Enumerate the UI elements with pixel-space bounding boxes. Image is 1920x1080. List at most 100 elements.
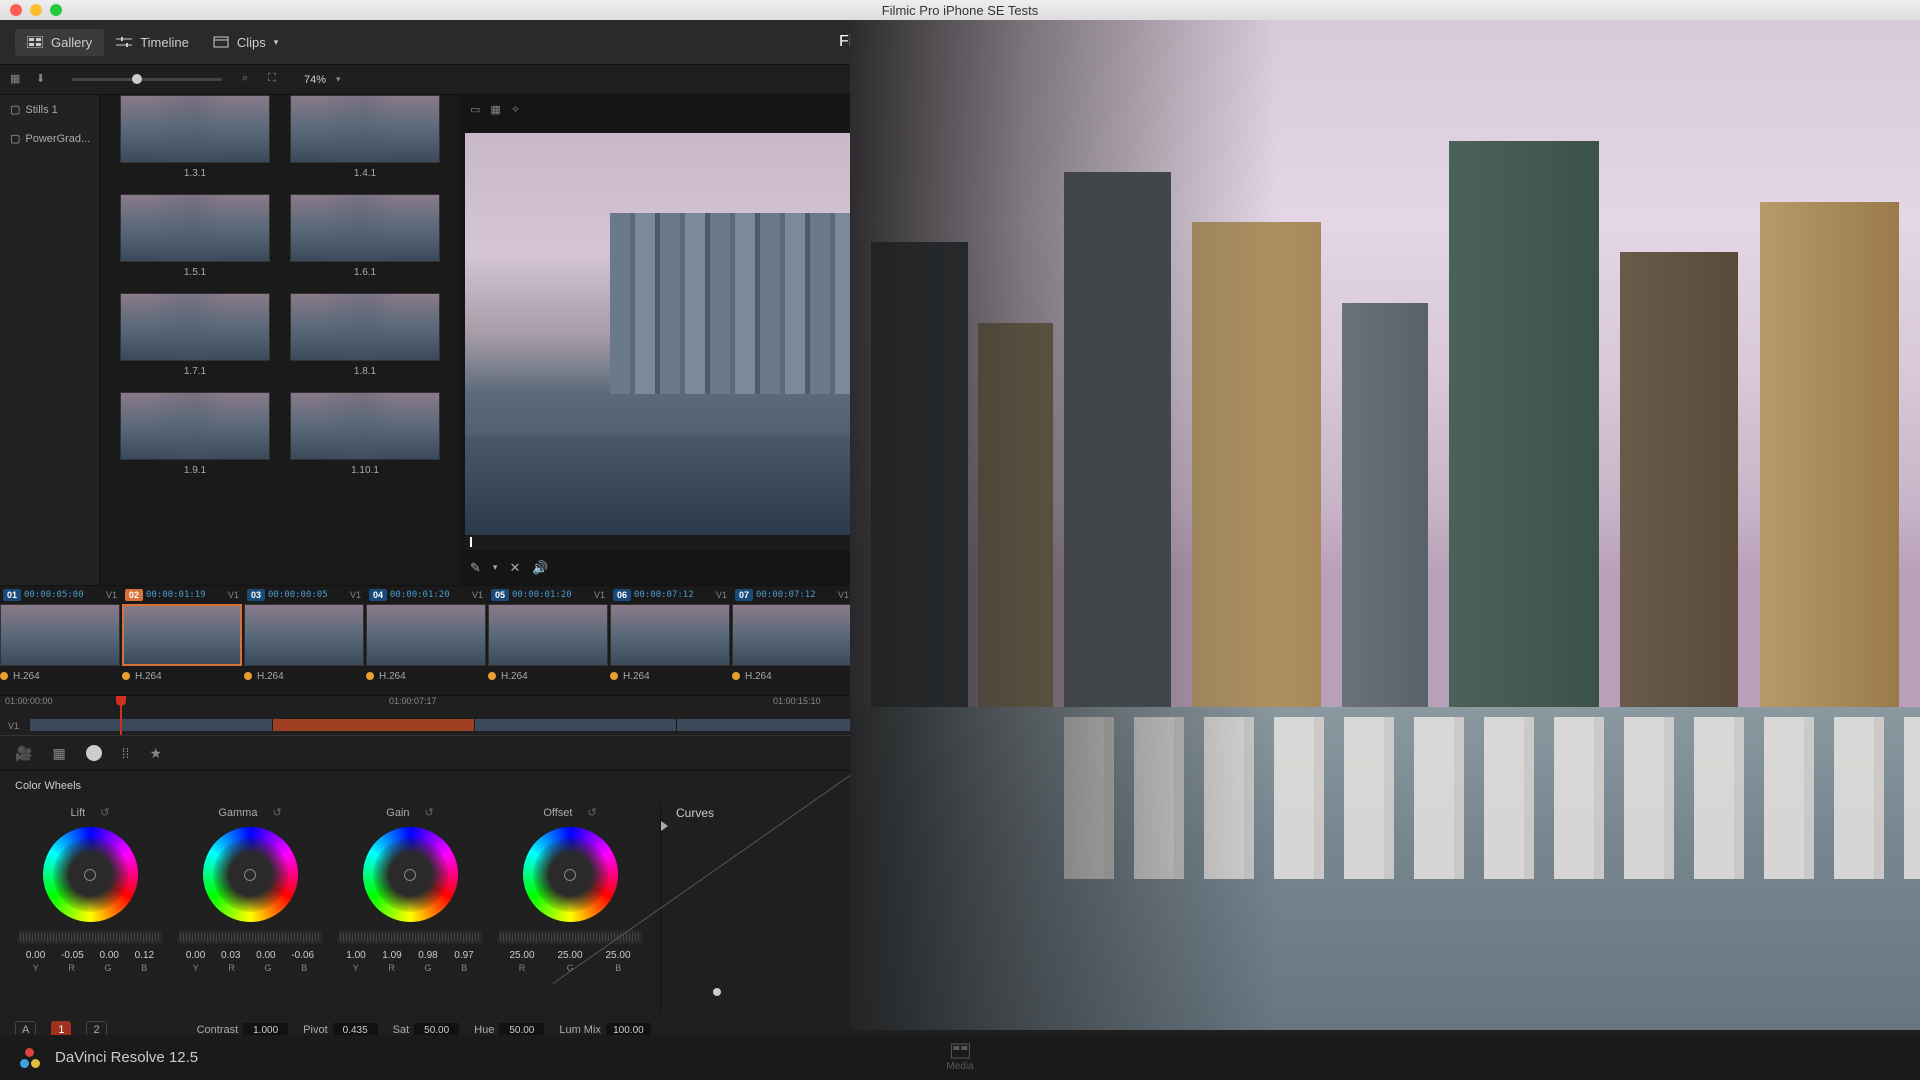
primaries-mode-dropdown[interactable]: Primaries Wheels ▾ ⛶: [1789, 780, 1905, 793]
playhead[interactable]: [120, 696, 122, 735]
clip-item[interactable]: 0400:00:01:20V1 H.264: [366, 586, 486, 695]
album-stills1[interactable]: ▢Stills 1: [0, 95, 99, 124]
wheel-value[interactable]: 25.00: [605, 950, 630, 961]
wheel-value[interactable]: 1.00: [346, 950, 365, 961]
wheel-value[interactable]: 0.12: [135, 950, 154, 961]
thumbnail-size-slider[interactable]: [72, 78, 222, 81]
layout-icon[interactable]: ▦: [10, 72, 26, 88]
step-fwd-button[interactable]: ▶▶: [1246, 560, 1266, 576]
download-icon[interactable]: ⬇: [36, 72, 52, 88]
clip-item[interactable]: 0600:00:07:12V1 H.264: [610, 586, 730, 695]
master-wheel-slider[interactable]: [178, 930, 322, 944]
wheel-value[interactable]: 1.09: [382, 950, 401, 961]
master-wheel-slider[interactable]: [498, 930, 642, 944]
viewer-frame[interactable]: [465, 133, 1915, 535]
clip-thumbnail[interactable]: [854, 604, 974, 666]
wheel-value[interactable]: 0.00: [99, 950, 118, 961]
master-wheel-slider[interactable]: [338, 930, 482, 944]
chevron-down-icon[interactable]: ▾: [1626, 74, 1631, 85]
reset-icon[interactable]: ↺: [272, 806, 281, 819]
color-wheel-control[interactable]: [203, 827, 298, 922]
still-thumbnail[interactable]: [120, 392, 270, 460]
still-thumbnail[interactable]: [120, 194, 270, 262]
curves-tab-icon[interactable]: 〰: [1819, 743, 1833, 763]
prev-clip-button[interactable]: ⏮: [1158, 560, 1170, 576]
clip-item[interactable]: 0200:00:01:19V1 H.264: [122, 586, 242, 695]
clip-thumbnail[interactable]: [976, 604, 1096, 666]
wheel-value[interactable]: -0.05: [61, 950, 84, 961]
color-wheel-control[interactable]: [363, 827, 458, 922]
gallery-tab[interactable]: Gallery: [15, 29, 104, 56]
favorite-tab-icon[interactable]: ★: [149, 745, 162, 762]
clip-thumbnail[interactable]: [732, 604, 852, 666]
reset-icon[interactable]: ↺: [100, 806, 109, 819]
clip-item[interactable]: 09: [976, 586, 1096, 695]
wheel-value[interactable]: 0.00: [26, 950, 45, 961]
wheel-value[interactable]: 25.00: [557, 950, 582, 961]
grid-icon[interactable]: ▦: [490, 103, 500, 116]
play-button[interactable]: ▶: [1224, 560, 1234, 576]
search-icon[interactable]: ⌕: [242, 72, 258, 88]
maximize-window-icon[interactable]: [50, 4, 62, 16]
minimize-window-icon[interactable]: [30, 4, 42, 16]
reset-icon[interactable]: ↺: [587, 806, 596, 819]
still-thumbnail[interactable]: [290, 95, 440, 163]
step-back-button[interactable]: ◀: [1182, 560, 1192, 576]
page-dots[interactable]: [921, 783, 949, 789]
still-thumbnail[interactable]: [120, 95, 270, 163]
wheel-value[interactable]: 0.03: [221, 950, 240, 961]
next-clip-button[interactable]: ⏭: [1278, 560, 1290, 576]
stop-button[interactable]: ■: [1204, 560, 1212, 575]
layout-toggle-icon[interactable]: ◫: [1868, 72, 1884, 88]
qualifier-tab-icon[interactable]: ✎: [1893, 745, 1905, 762]
wheel-value[interactable]: 0.00: [186, 950, 205, 961]
media-page-button[interactable]: Media: [946, 1043, 973, 1072]
still-thumbnail[interactable]: [290, 293, 440, 361]
cursor-icon[interactable]: ➤: [1894, 72, 1910, 88]
album-powergrade[interactable]: ▢PowerGrad...: [0, 124, 99, 153]
still-thumbnail[interactable]: [290, 392, 440, 460]
chevron-down-icon[interactable]: ▾: [336, 74, 341, 85]
color-wheel-control[interactable]: [43, 827, 138, 922]
rgb-mixer-tab-icon[interactable]: ⁞⁞: [122, 745, 130, 761]
zoom-level[interactable]: 74%: [304, 74, 326, 86]
color-wheels-tab-icon[interactable]: [86, 745, 102, 761]
timeline-lane[interactable]: [30, 719, 1890, 731]
clip-item[interactable]: 0500:00:01:20V1 H.264: [488, 586, 608, 695]
reset-icon[interactable]: ↺: [425, 806, 434, 819]
clip-item[interactable]: 08V1: [854, 586, 974, 695]
clip-name[interactable]: iPhone SE Test Best Shots: [1484, 74, 1615, 86]
master-wheel-slider[interactable]: [18, 930, 162, 944]
wheel-value[interactable]: 25.00: [509, 950, 534, 961]
clip-thumbnail[interactable]: [244, 604, 364, 666]
close-window-icon[interactable]: [10, 4, 22, 16]
eyedropper-icon[interactable]: ✎: [470, 560, 481, 576]
clip-item[interactable]: 0100:00:05:00V1 H.264: [0, 586, 120, 695]
clip-thumbnail[interactable]: [610, 604, 730, 666]
close-icon[interactable]: ✕: [509, 560, 520, 576]
wand-icon[interactable]: ✧: [511, 103, 520, 116]
mini-timeline[interactable]: 01:00:00:0001:00:07:1701:00:15:1001:00:2…: [0, 695, 1920, 735]
color-match-tab-icon[interactable]: ▦: [52, 745, 65, 762]
wheel-value[interactable]: -0.06: [291, 950, 314, 961]
wheel-value[interactable]: 0.97: [454, 950, 473, 961]
view-mode-icon[interactable]: ▭: [470, 103, 480, 116]
timeline-tab[interactable]: Timeline: [104, 29, 201, 56]
clips-dropdown[interactable]: Clips ▾: [201, 29, 290, 56]
expand-icon[interactable]: ⛶: [1897, 780, 1905, 793]
clip-item[interactable]: 0700:00:07:12V1 H.264: [732, 586, 852, 695]
still-thumbnail[interactable]: [290, 194, 440, 262]
color-wheel-control[interactable]: [523, 827, 618, 922]
chevron-down-icon[interactable]: ▾: [493, 562, 498, 573]
clip-thumbnail[interactable]: [0, 604, 120, 666]
camera-raw-tab-icon[interactable]: 🎥: [15, 745, 32, 762]
clip-thumbnail[interactable]: [366, 604, 486, 666]
curve-point[interactable]: [713, 988, 721, 996]
audio-icon[interactable]: 🔊: [532, 560, 548, 576]
wheel-value[interactable]: 0.98: [418, 950, 437, 961]
viewer-timecode[interactable]: 00:00:01:19: [1770, 73, 1843, 86]
clip-thumbnail[interactable]: [122, 604, 242, 666]
curves-editor[interactable]: [676, 830, 1905, 1010]
wheel-value[interactable]: 0.00: [256, 950, 275, 961]
clip-item[interactable]: 0300:00:00:05V1 H.264: [244, 586, 364, 695]
